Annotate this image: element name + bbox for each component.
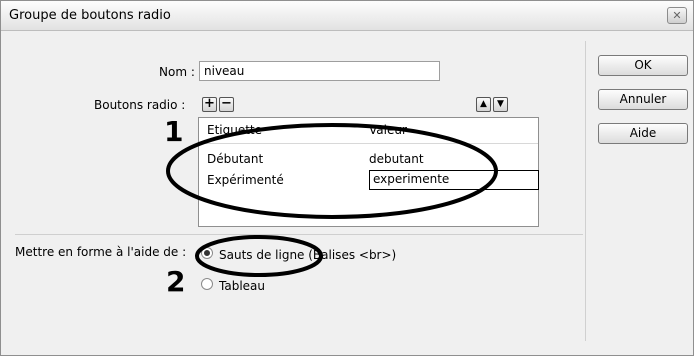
row-1-value[interactable]: debutant (369, 152, 424, 166)
name-input[interactable]: niveau (199, 61, 440, 81)
radio-group-dialog: Groupe de boutons radio ✕ Nom : niveau B… (0, 0, 694, 356)
table-header: Etiquette Valeur (199, 118, 538, 144)
format-label: Mettre en forme à l'aide de : (15, 245, 187, 259)
remove-icon[interactable]: − (219, 97, 234, 112)
name-label: Nom : (159, 65, 195, 79)
dialog-title: Groupe de boutons radio (9, 8, 171, 23)
column-header-value: Valeur (369, 123, 407, 137)
separator (15, 234, 583, 235)
radio-options-table: Etiquette Valeur Débutant debutant Expér… (198, 117, 539, 227)
cancel-button[interactable]: Annuler (598, 89, 688, 110)
annotation-marker-2: 2 (166, 265, 186, 298)
option-line-breaks-label: Sauts de ligne (Balises <br>) (219, 248, 397, 262)
radio-line-breaks[interactable] (201, 247, 213, 259)
row-1-label[interactable]: Débutant (207, 152, 263, 166)
annotation-marker-1: 1 (164, 115, 184, 148)
option-table-label: Tableau (219, 279, 265, 293)
move-up-icon[interactable]: ▲ (476, 97, 491, 112)
move-down-icon[interactable]: ▼ (493, 97, 508, 112)
help-button[interactable]: Aide (598, 123, 688, 144)
ok-button[interactable]: OK (598, 55, 688, 76)
close-icon[interactable]: ✕ (667, 7, 687, 24)
column-header-label: Etiquette (207, 123, 263, 137)
row-2-label[interactable]: Expérimenté (207, 173, 284, 187)
row-2-value-input[interactable]: experimente (369, 170, 539, 190)
radio-buttons-label: Boutons radio : (94, 98, 186, 112)
title-bar: Groupe de boutons radio ✕ (1, 1, 693, 31)
vertical-separator (585, 41, 586, 341)
add-icon[interactable]: + (202, 97, 217, 112)
radio-table[interactable] (201, 278, 213, 290)
